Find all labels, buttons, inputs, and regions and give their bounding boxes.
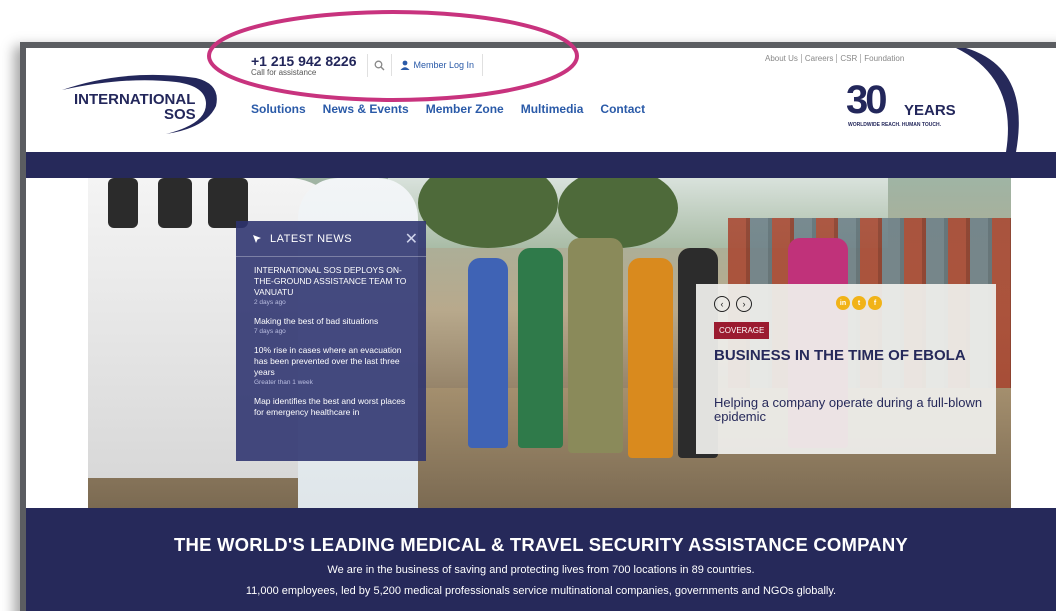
30-years-badge: 30 YEARS WORLDWIDE REACH. HUMAN TOUCH. [846,78,966,134]
photo-vehicle-window [158,178,192,228]
news-item[interactable]: Map identifies the best and worst places… [254,396,408,418]
photo-child [468,258,508,448]
category-tag[interactable]: COVERAGE [714,322,770,339]
news-date: 2 days ago [254,299,286,306]
carousel-controls: ‹ › [714,296,752,312]
news-headline[interactable]: Making the best of bad situations [254,316,408,327]
header-divider-bar [26,152,1056,178]
search-icon [374,60,384,70]
news-item[interactable]: INTERNATIONAL SOS DEPLOYS ON-THE-GROUND … [254,265,408,306]
phone-caption: Call for assistance [251,68,317,77]
site-header: INTERNATIONAL SOS +1 215 942 8226 Call f… [26,48,1056,152]
nav-solutions[interactable]: Solutions [251,102,306,116]
user-icon [400,60,409,70]
close-icon[interactable]: ✕ [405,229,418,249]
member-login-link[interactable]: Member Log In [392,54,484,76]
linkedin-icon[interactable]: in [836,296,850,310]
latest-news-header: LATEST NEWS ✕ [236,221,426,257]
photo-vehicle-window [108,178,138,228]
browser-page-frame: INTERNATIONAL SOS +1 215 942 8226 Call f… [20,42,1056,611]
header-swoosh-decoration [956,48,1019,152]
feature-card: ‹ › in t f COVERAGE BUSINESS IN THE TIME… [696,284,996,454]
latest-news-title: LATEST NEWS [252,233,352,245]
nav-multimedia[interactable]: Multimedia [521,102,584,116]
news-list: INTERNATIONAL SOS DEPLOYS ON-THE-GROUND … [236,257,426,418]
nav-contact[interactable]: Contact [600,102,645,116]
news-date: Greater than 1 week [254,379,313,386]
utility-links: About Us Careers CSR Foundation [762,54,907,63]
latest-news-title-text: LATEST NEWS [270,232,353,245]
util-csr[interactable]: CSR [837,54,862,63]
main-nav: Solutions News & Events Member Zone Mult… [251,102,645,116]
util-foundation[interactable]: Foundation [861,54,907,63]
logo-text-sos: SOS [164,106,196,123]
nav-member-zone[interactable]: Member Zone [426,102,504,116]
anniversary-tagline: WORLDWIDE REACH. HUMAN TOUCH. [848,122,941,128]
international-sos-logo[interactable]: INTERNATIONAL SOS [56,66,226,136]
next-arrow-icon[interactable]: › [736,296,752,312]
prev-arrow-icon[interactable]: ‹ [714,296,730,312]
member-login-label: Member Log In [413,60,475,70]
anniversary-word: YEARS [904,102,956,119]
photo-child [628,258,673,458]
latest-news-panel: LATEST NEWS ✕ INTERNATIONAL SOS DEPLOYS … [236,221,426,461]
news-headline[interactable]: 10% rise in cases where an evacuation ha… [254,345,408,378]
mission-text-2: 11,000 employees, led by 5,200 medical p… [245,585,837,597]
feature-subtitle: Helping a company operate during a full-… [714,395,983,424]
news-headline[interactable]: INTERNATIONAL SOS DEPLOYS ON-THE-GROUND … [254,265,408,298]
twitter-icon[interactable]: t [852,296,866,310]
mission-text-1: We are in the business of saving and pro… [327,564,755,576]
news-item[interactable]: 10% rise in cases where an evacuation ha… [254,345,408,386]
contact-bar: +1 215 942 8226 Call for assistance Memb… [251,54,484,80]
phone-number[interactable]: +1 215 942 8226 [251,54,357,68]
hero-section: LATEST NEWS ✕ INTERNATIONAL SOS DEPLOYS … [26,178,1056,508]
news-headline[interactable]: Map identifies the best and worst places… [254,396,408,418]
news-date: 7 days ago [254,328,286,335]
mission-band: THE WORLD'S LEADING MEDICAL & TRAVEL SEC… [26,508,1056,611]
photo-child [518,248,563,448]
facebook-icon[interactable]: f [868,296,882,310]
social-share: in t f [836,296,882,310]
util-about-us[interactable]: About Us [762,54,802,63]
pointer-icon [253,234,261,243]
search-button[interactable] [368,54,392,76]
feature-title[interactable]: BUSINESS IN THE TIME OF EBOLA [714,348,984,363]
assistance-phone[interactable]: +1 215 942 8226 Call for assistance [251,54,368,77]
util-careers[interactable]: Careers [802,54,838,63]
photo-child [568,238,623,453]
mission-title: THE WORLD'S LEADING MEDICAL & TRAVEL SEC… [174,534,908,555]
nav-news-events[interactable]: News & Events [323,102,409,116]
news-item[interactable]: Making the best of bad situations 7 days… [254,316,408,335]
anniversary-number: 30 [846,78,887,122]
